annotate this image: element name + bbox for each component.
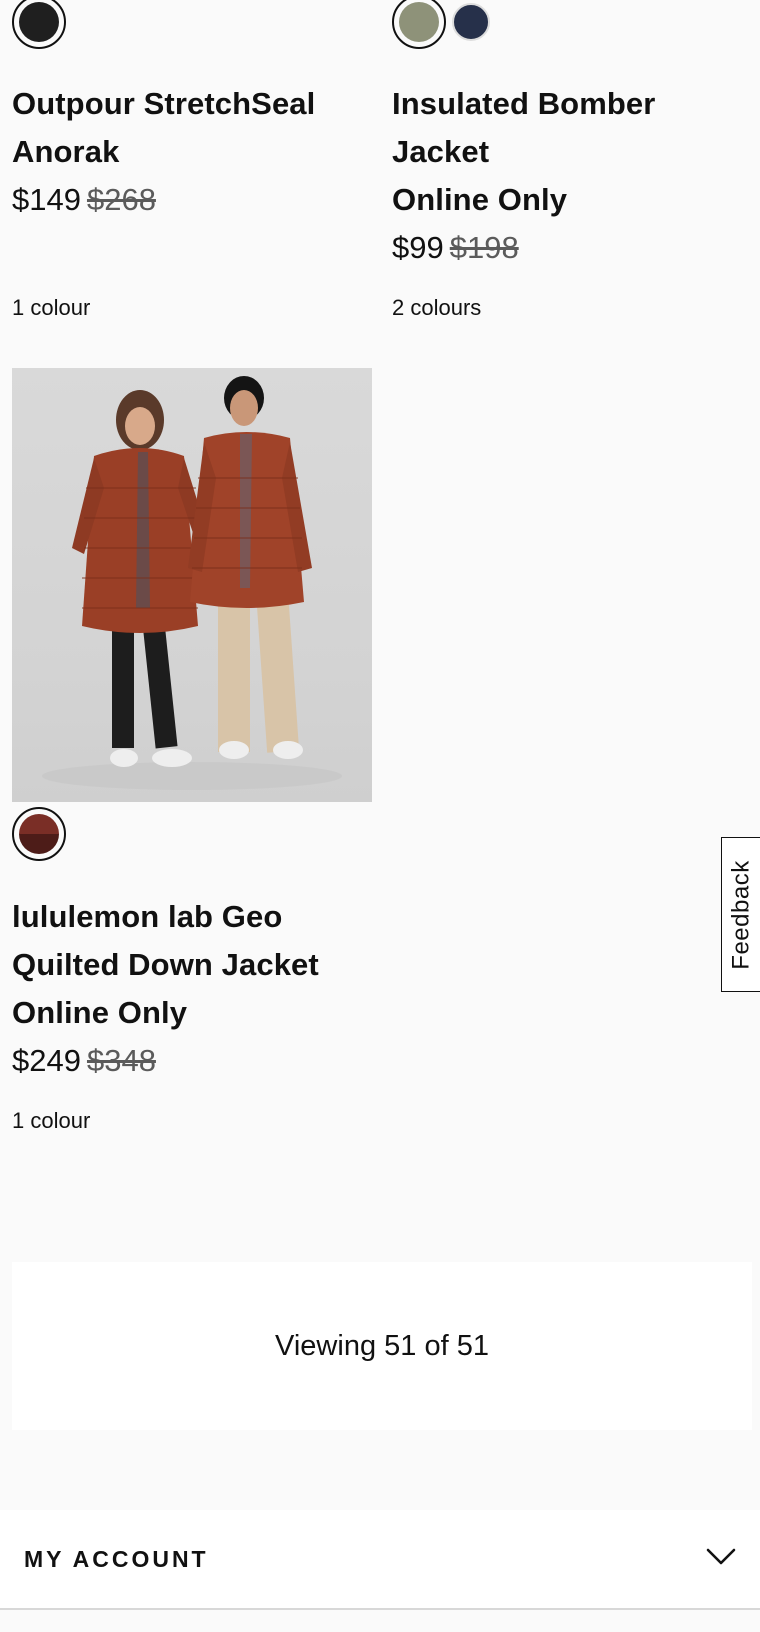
- sale-price: $149: [12, 182, 81, 217]
- colour-swatch-navy[interactable]: [452, 3, 490, 41]
- chevron-down-icon[interactable]: [706, 1548, 736, 1571]
- product-photo-illustration: [42, 376, 342, 790]
- swatch-colour-dot: [19, 2, 59, 42]
- colour-count: 1 colour: [12, 1108, 91, 1133]
- product-image[interactable]: [12, 368, 372, 802]
- colour-swatches: [12, 807, 66, 861]
- my-account-accordion[interactable]: MY ACCOUNT: [0, 1510, 760, 1610]
- colour-swatches: [392, 0, 490, 49]
- colour-swatch-sage[interactable]: [392, 0, 446, 49]
- price-row: $249 $348: [12, 1041, 156, 1081]
- colour-swatch-rust[interactable]: [12, 807, 66, 861]
- swatch-colour-dot: [19, 814, 59, 854]
- product-name[interactable]: Insulated Bomber Jacket Online Only: [392, 80, 732, 224]
- my-account-label: MY ACCOUNT: [24, 1545, 209, 1572]
- price-row: $149 $268: [12, 180, 156, 220]
- product-name[interactable]: Outpour StretchSeal Anorak: [12, 80, 372, 176]
- original-price: $348: [86, 1043, 156, 1078]
- online-only-label: Online Only: [392, 182, 568, 217]
- feedback-label: Feedback: [728, 859, 755, 970]
- feedback-tab[interactable]: Feedback: [721, 837, 760, 992]
- colour-swatch-black[interactable]: [12, 0, 66, 49]
- original-price: $198: [449, 230, 519, 265]
- online-only-label: Online Only: [12, 995, 188, 1030]
- product-name[interactable]: lululemon lab Geo Quilted Down Jacket On…: [12, 893, 372, 1037]
- viewing-count-text: Viewing 51 of 51: [275, 1329, 489, 1362]
- original-price: $268: [86, 182, 156, 217]
- pagination-status: Viewing 51 of 51: [12, 1262, 752, 1430]
- price-row: $99 $198: [392, 228, 519, 268]
- sale-price: $99: [392, 230, 444, 265]
- sale-price: $249: [12, 1043, 81, 1078]
- colour-swatches: [12, 0, 66, 49]
- colour-count: 2 colours: [392, 295, 482, 320]
- swatch-colour-dot: [399, 2, 439, 42]
- colour-count: 1 colour: [12, 295, 91, 320]
